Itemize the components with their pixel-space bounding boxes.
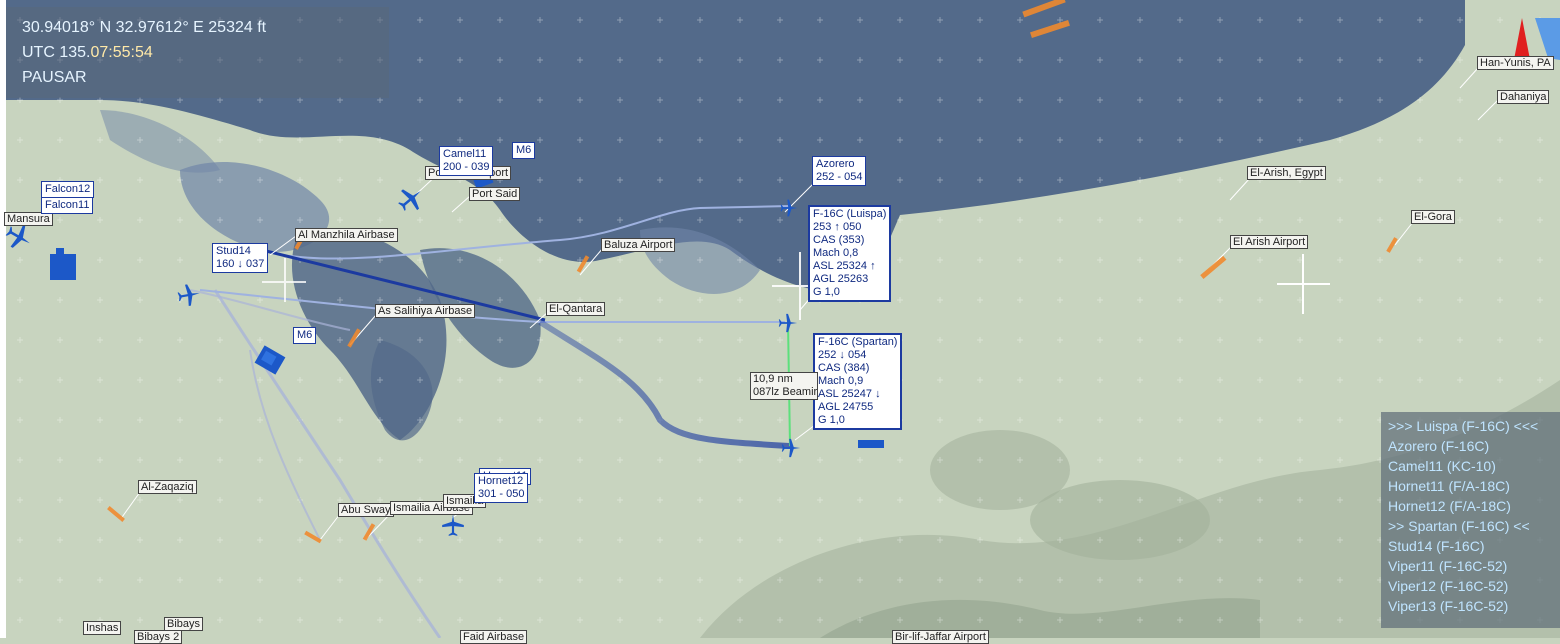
place-label-el-qantara: El-Qantara: [546, 302, 606, 316]
detail-title: F-16C (Luispa): [813, 208, 887, 220]
place-label-el-arish: El-Arish, Egypt: [1247, 166, 1326, 180]
unit-name: Falcon12: [45, 183, 91, 195]
ground-unit-icon-sam[interactable]: [48, 248, 78, 282]
unit-list-item[interactable]: Camel11 (KC-10): [1388, 458, 1496, 474]
place-label-as-salihiya-airbase: As Salihiya Airbase: [375, 304, 476, 318]
unit-detail-spartan[interactable]: F-16C (Spartan) 252 ↓ 054 CAS (384) Mach…: [813, 333, 903, 430]
unit-tag-m6-top[interactable]: M6: [512, 142, 536, 159]
hud-utc: UTC 135.07:55:54: [22, 44, 153, 62]
place-label-al-manzhila-airbase: Al Manzhila Airbase: [295, 228, 398, 242]
measure-readout: 10,9 nm 087lz Beamir: [750, 372, 818, 400]
unit-info: 252 - 054: [816, 171, 863, 183]
aircraft-icon-stud14[interactable]: [176, 282, 202, 308]
unit-name: Camel11: [443, 148, 487, 160]
place-label-bibays-2: Bibays 2: [134, 630, 183, 644]
detail-cas: CAS (353): [813, 234, 865, 246]
unit-info: 160 ↓ 037: [216, 258, 265, 270]
ground-unit-icon-ship[interactable]: [858, 438, 884, 450]
place-label-el-arish-airport: El Arish Airport: [1230, 235, 1309, 249]
unit-list-panel: >>> Luispa (F-16C) <<< Azorero (F-16C) C…: [1381, 412, 1560, 628]
unit-tag-azorero[interactable]: Azorero 252 - 054: [812, 156, 867, 186]
unit-tag-hornet12[interactable]: Hornet12 301 - 050: [474, 473, 529, 503]
unit-info: 200 - 039: [443, 161, 490, 173]
aircraft-icon-azorero[interactable]: [779, 198, 799, 218]
unit-list-item[interactable]: Viper12 (F-16C-52): [1388, 578, 1508, 594]
place-label-el-gora: El-Gora: [1411, 210, 1455, 224]
unit-list-item[interactable]: Stud14 (F-16C): [1388, 538, 1484, 554]
detail-asl: ASL 25247 ↓: [818, 388, 881, 400]
place-label-abu-sway: Abu Sway: [338, 503, 394, 517]
detail-asl: ASL 25324 ↑: [813, 260, 876, 272]
place-label-han-yunis: Han-Yunis, PA: [1477, 56, 1554, 70]
detail-heading: 252 ↓ 054: [818, 349, 867, 361]
unit-list-item[interactable]: Hornet12 (F/A-18C): [1388, 498, 1511, 514]
hud-utc-time: 07:55:54: [90, 44, 153, 61]
place-label-mansura: Mansura: [4, 212, 53, 226]
aircraft-icon-camel11[interactable]: [396, 184, 426, 214]
place-label-bir-lif-jaffar-airport: Bir-lif-Jaffar Airport: [892, 630, 989, 644]
detail-mach: Mach 0,8: [813, 247, 859, 259]
detail-mach: Mach 0,9: [818, 375, 864, 387]
detail-cas: CAS (384): [818, 362, 870, 374]
place-label-baluza-airport: Baluza Airport: [601, 238, 676, 252]
unit-tag-falcon12[interactable]: Falcon12: [41, 181, 95, 198]
unit-tag-camel11[interactable]: Camel11 200 - 039: [439, 146, 494, 176]
measure-bearing: 087lz Beamir: [753, 386, 818, 398]
detail-g: G 1,0: [813, 286, 840, 298]
detail-agl: AGL 25263: [813, 273, 869, 285]
unit-tag-m6-left[interactable]: M6: [293, 327, 317, 344]
detail-heading: 253 ↑ 050: [813, 221, 862, 233]
unit-tag-stud14[interactable]: Stud14 160 ↓ 037: [212, 243, 269, 273]
measure-distance: 10,9 nm: [753, 373, 793, 385]
unit-name: Stud14: [216, 245, 251, 257]
unit-name: M6: [516, 144, 532, 156]
place-label-inshas: Inshas: [83, 621, 122, 635]
unit-list-item[interactable]: >>> Luispa (F-16C) <<<: [1388, 418, 1538, 434]
aircraft-icon-falcon[interactable]: [4, 222, 34, 252]
unit-list-item[interactable]: >> Spartan (F-16C) <<: [1388, 518, 1530, 534]
aircraft-icon-luispa[interactable]: [777, 312, 799, 334]
unit-name: Azorero: [816, 158, 855, 170]
place-label-port-said: Port Said: [469, 187, 521, 201]
ground-unit-icon-m6-left[interactable]: [252, 344, 288, 378]
aircraft-icon-hornet12[interactable]: [440, 512, 466, 538]
unit-tag-falcon11[interactable]: Falcon11: [41, 197, 94, 214]
detail-agl: AGL 24755: [818, 401, 874, 413]
place-label-faid-airbase: Faid Airbase: [460, 630, 528, 644]
unit-list-item[interactable]: Viper13 (F-16C-52): [1388, 598, 1508, 614]
unit-name: M6: [297, 329, 313, 341]
unit-list-item[interactable]: Viper11 (F-16C-52): [1388, 558, 1507, 574]
hud-coords: 30.94018° N 32.97612° E 25324 ft: [22, 19, 267, 36]
unit-list-item[interactable]: Hornet11 (F/A-18C): [1388, 478, 1510, 494]
place-label-bibays: Bibays: [164, 617, 204, 631]
hud-utc-prefix: UTC 135.: [22, 44, 91, 61]
unit-info: 301 - 050: [478, 488, 525, 500]
place-label-dahaniya: Dahaniya: [1497, 90, 1550, 104]
unit-detail-luispa[interactable]: F-16C (Luispa) 253 ↑ 050 CAS (353) Mach …: [808, 205, 892, 302]
place-label-al-zaqaziq: Al-Zaqaziq: [138, 480, 197, 494]
unit-name: Hornet12: [478, 475, 524, 487]
unit-name: Falcon11: [45, 199, 90, 211]
unit-list-item[interactable]: Azorero (F-16C): [1388, 438, 1489, 454]
hud-panel: 30.94018° N 32.97612° E 25324 ft UTC 135…: [6, 7, 389, 98]
detail-title: F-16C (Spartan): [818, 336, 898, 348]
detail-g: G 1,0: [818, 414, 845, 426]
aircraft-icon-spartan[interactable]: [780, 437, 802, 459]
hud-status: PAUSAR: [22, 69, 87, 86]
